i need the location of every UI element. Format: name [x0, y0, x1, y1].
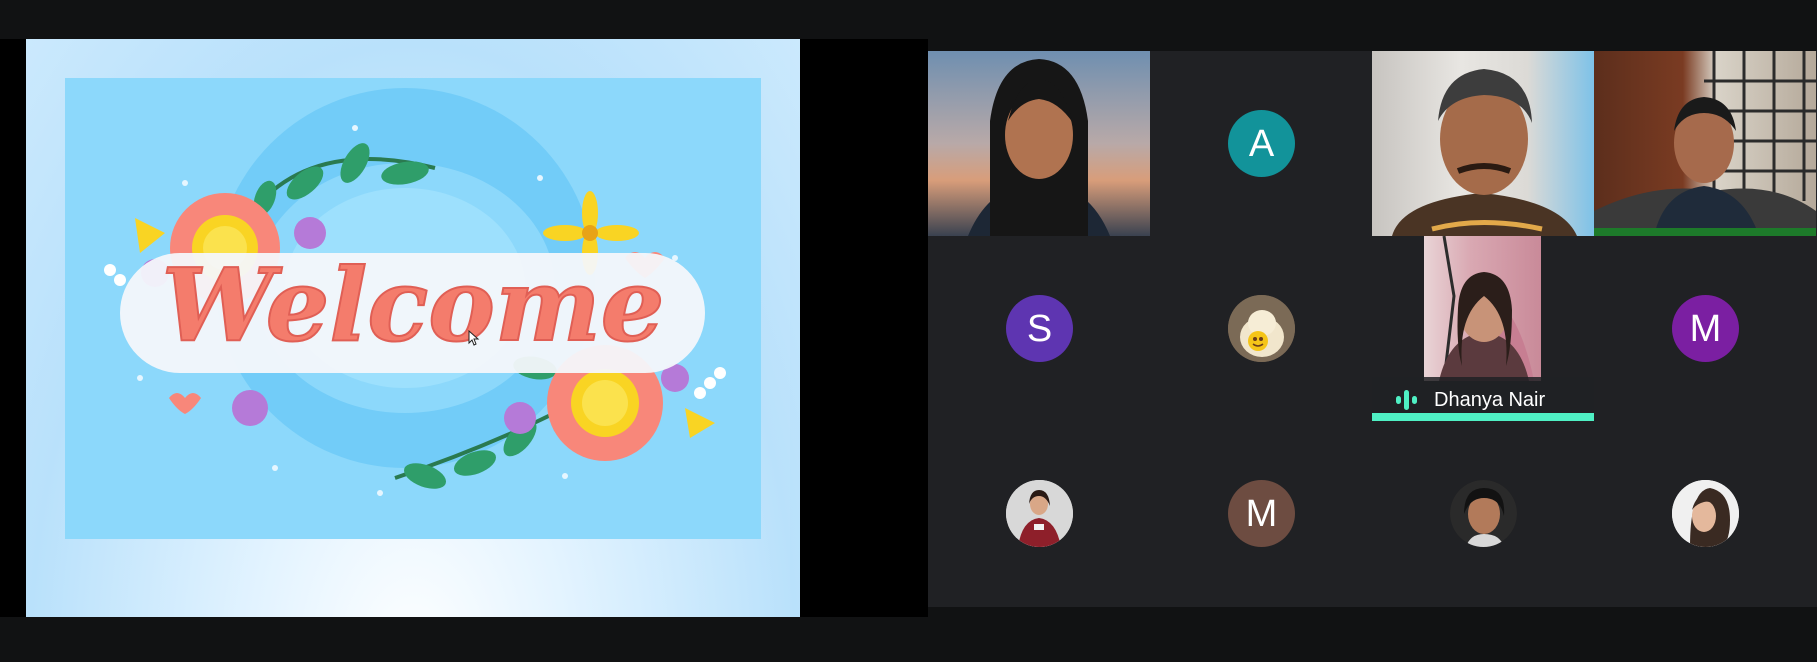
participant-tile-5[interactable]: S [928, 236, 1150, 421]
participant-tile-9[interactable] [928, 421, 1150, 606]
participant-tile-11[interactable] [1372, 421, 1594, 606]
participant-tile-12[interactable] [1594, 421, 1816, 606]
participant-photo-9 [1006, 480, 1073, 547]
participant-tile-6[interactable] [1150, 236, 1372, 421]
audio-level-icon [1396, 390, 1417, 410]
participant-avatar-8: M [1672, 295, 1739, 362]
participant-video-4 [1594, 51, 1816, 236]
participant-tile-10[interactable]: M [1150, 421, 1372, 606]
participant-video-1 [968, 59, 1110, 236]
participant-avatar-2: A [1228, 110, 1295, 177]
participant-name-label: Dhanya Nair [1434, 389, 1546, 411]
participant-video-3 [1392, 69, 1577, 236]
participant-photo-12 [1672, 480, 1739, 547]
participant-tile-3[interactable] [1372, 51, 1594, 236]
participant-photo-11 [1450, 480, 1517, 547]
heart-left [169, 393, 201, 414]
welcome-illustration: Welcome [104, 88, 726, 496]
slide-content: Welcome [65, 78, 761, 539]
participant-tile-7[interactable]: Dhanya Nair [1372, 236, 1594, 421]
participant-photo-6 [1228, 295, 1295, 362]
participant-tile-2[interactable]: A [1150, 51, 1372, 236]
speaking-indicator-bar [1372, 413, 1594, 421]
presentation-slide: Welcome [26, 39, 800, 617]
mouse-cursor-icon [468, 330, 480, 346]
welcome-text: Welcome [162, 246, 665, 364]
presentation-area: Welcome [0, 39, 928, 617]
participant-tile-1[interactable] [928, 51, 1150, 236]
participant-tile-4[interactable] [1594, 51, 1816, 236]
petal-yellow-left [135, 218, 165, 253]
participant-avatar-10: M [1228, 480, 1295, 547]
participant-tile-8[interactable]: M [1594, 236, 1816, 421]
petal-yellow-right [685, 408, 715, 438]
participant-video-7 [1424, 236, 1541, 381]
participant-grid: A S Dhanya Nair M M [928, 51, 1817, 607]
participant-avatar-5: S [1006, 295, 1073, 362]
